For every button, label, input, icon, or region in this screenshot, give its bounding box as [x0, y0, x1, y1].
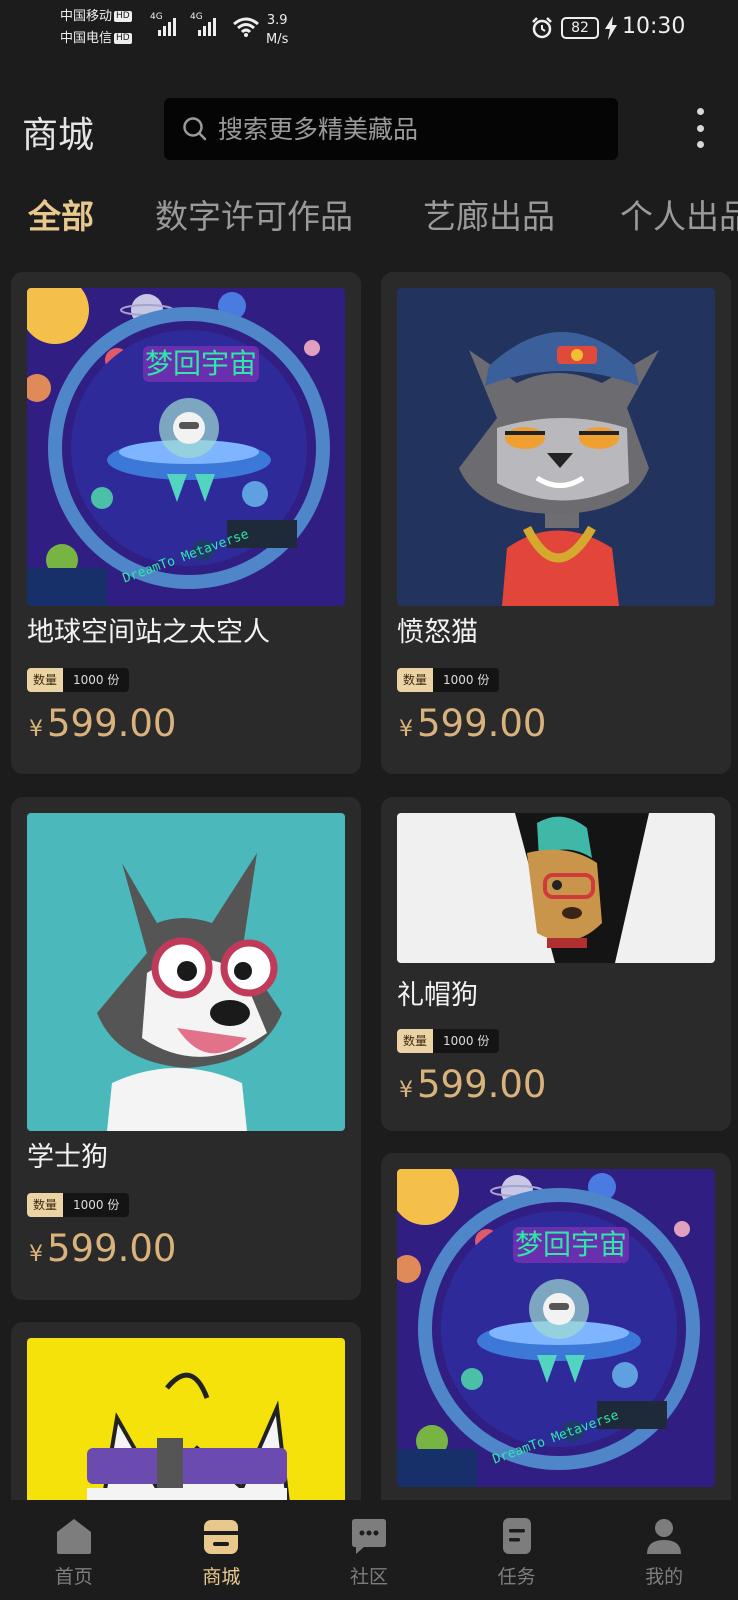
search-input[interactable] — [218, 114, 598, 144]
space-station-art: 梦回宇宙 DreamTo Metaverse — [397, 1169, 715, 1487]
nav-item-tasks[interactable]: 任务 — [443, 1500, 591, 1600]
nav-item-community[interactable]: 社区 — [295, 1500, 443, 1600]
nav-item-shop[interactable]: 商城 — [148, 1500, 296, 1600]
product-card[interactable]: 愤怒猫 数量 1000 份 ¥599.00 — [381, 272, 731, 774]
quantity-badge: 数量 1000 份 — [397, 668, 500, 692]
category-tabs: 全部 数字许可作品 艺廊出品 个人出品 — [0, 190, 738, 246]
charging-icon — [605, 16, 617, 40]
signal-icon-2: 4G — [190, 12, 216, 36]
product-price: ¥599.00 — [399, 702, 547, 745]
product-title: 学士狗 — [27, 1142, 108, 1173]
product-title: 礼帽狗 — [397, 980, 478, 1011]
carrier-1: 中国移动 HD — [60, 9, 132, 24]
nav-item-profile[interactable]: 我的 — [590, 1500, 738, 1600]
svg-text:梦回宇宙: 梦回宇宙 — [515, 1228, 627, 1261]
quantity-badge: 数量 1000 份 — [397, 1029, 500, 1053]
hat-dog-art — [397, 813, 715, 963]
search-icon — [183, 117, 207, 141]
carrier-2: 中国电信 HD — [60, 31, 132, 46]
community-icon — [351, 1519, 386, 1554]
svg-text:梦回宇宙: 梦回宇宙 — [145, 347, 257, 380]
signal-icon-1: 4G — [150, 12, 176, 36]
status-bar: 中国移动 HD 中国电信 HD 4G 4G 3.9 M/s 82 10:30 — [0, 0, 738, 60]
angry-cat-art — [397, 288, 715, 606]
tab-gallery[interactable]: 艺廊出品 — [423, 190, 555, 238]
page-title: 商城 — [22, 115, 95, 156]
space-station-art: 梦回宇宙 DreamTo Metaverse — [27, 288, 345, 606]
alarm-icon — [532, 17, 552, 39]
shop-icon — [204, 1520, 239, 1554]
wifi-icon — [233, 17, 259, 37]
nav-item-home[interactable]: 首页 — [0, 1500, 148, 1600]
product-title: 愤怒猫 — [397, 617, 478, 648]
product-price: ¥599.00 — [29, 702, 177, 745]
clock: 10:30 — [622, 14, 686, 39]
tab-licensed-works[interactable]: 数字许可作品 — [155, 190, 353, 238]
product-price: ¥599.00 — [399, 1063, 547, 1106]
husky-glasses-art — [27, 813, 345, 1131]
network-speed: 3.9 M/s — [266, 13, 289, 47]
home-icon — [56, 1519, 91, 1554]
product-card[interactable]: 礼帽狗 数量 1000 份 ¥599.00 — [381, 797, 731, 1131]
product-card[interactable]: 学士狗 数量 1000 份 ¥599.00 — [11, 797, 361, 1300]
task-icon — [502, 1518, 531, 1554]
more-options-icon[interactable] — [690, 108, 710, 148]
quantity-badge: 数量 1000 份 — [27, 668, 130, 692]
product-card[interactable]: 梦回宇宙 DreamTo Metaverse 地球空间站之太空人 数量 1000 … — [11, 272, 361, 774]
product-price: ¥599.00 — [29, 1227, 177, 1270]
search-bar[interactable] — [164, 98, 618, 160]
tab-all[interactable]: 全部 — [28, 190, 94, 238]
product-title: 地球空间站之太空人 — [27, 617, 270, 648]
profile-icon — [647, 1519, 682, 1554]
battery-indicator: 82 — [561, 17, 599, 39]
quantity-badge: 数量 1000 份 — [27, 1193, 130, 1217]
tab-personal[interactable]: 个人出品 — [620, 190, 738, 238]
bottom-nav: 首页 商城 社区 任务 我的 — [0, 1500, 738, 1600]
